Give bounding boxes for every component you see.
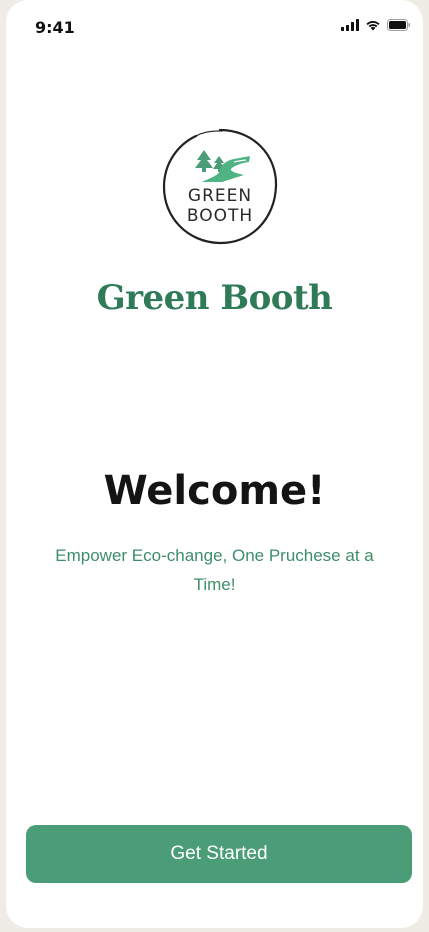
trees-river-icon bbox=[195, 150, 250, 182]
logo-text-line2: BOOTH bbox=[186, 206, 254, 226]
app-screen: 9:41 GREEN BOOTH Green Booth Welcome! Em… bbox=[6, 0, 423, 928]
welcome-title: Welcome! bbox=[103, 468, 326, 514]
status-icons bbox=[341, 19, 411, 31]
battery-icon bbox=[387, 19, 411, 31]
welcome-tagline: Empower Eco-change, One Pruchese at a Ti… bbox=[55, 546, 374, 594]
brand-name: Green Booth bbox=[96, 278, 333, 318]
wifi-icon bbox=[365, 19, 381, 31]
cellular-signal-icon bbox=[341, 19, 359, 31]
logo-text-line1: GREEN bbox=[187, 186, 253, 206]
status-time: 9:41 bbox=[35, 18, 75, 37]
get-started-button[interactable]: Get Started bbox=[26, 825, 412, 883]
brand-logo: GREEN BOOTH bbox=[159, 126, 281, 248]
status-bar: 9:41 bbox=[6, 0, 423, 54]
